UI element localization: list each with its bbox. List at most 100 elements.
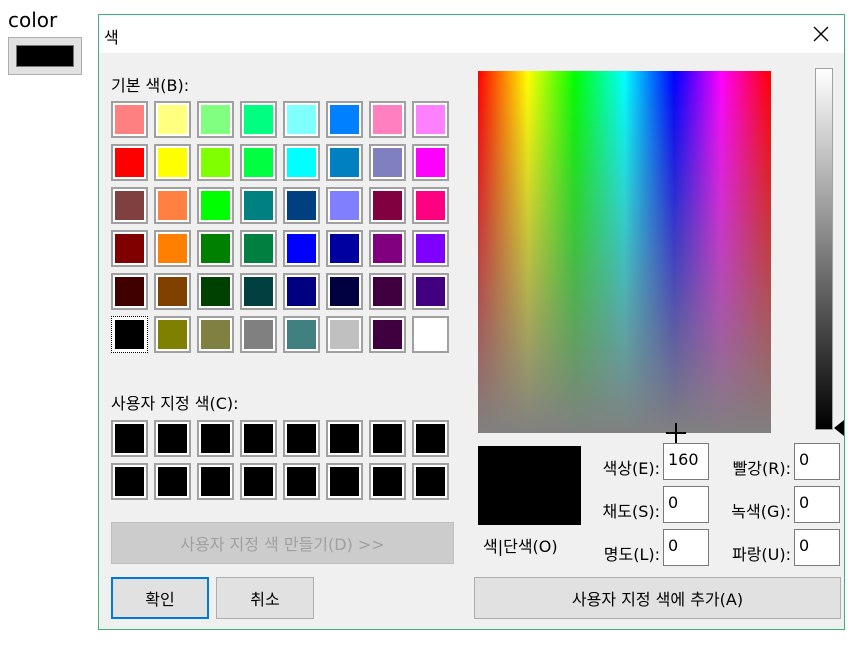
custom-color-swatch[interactable]: [240, 463, 277, 500]
basic-color-swatch[interactable]: [369, 230, 406, 267]
luminosity-arrow-icon[interactable]: [834, 420, 844, 436]
custom-color-swatch[interactable]: [197, 420, 234, 457]
custom-color-swatch[interactable]: [197, 463, 234, 500]
blue-field[interactable]: 0: [794, 529, 840, 566]
custom-color-swatch[interactable]: [283, 420, 320, 457]
basic-color-swatch-fill: [115, 191, 144, 220]
basic-color-swatch[interactable]: [369, 273, 406, 310]
basic-color-swatch[interactable]: [154, 101, 191, 138]
basic-color-swatch[interactable]: [111, 101, 148, 138]
close-icon: [813, 26, 829, 42]
hue-field[interactable]: 160: [663, 443, 709, 480]
custom-color-swatch[interactable]: [369, 463, 406, 500]
basic-color-swatch[interactable]: [369, 316, 406, 353]
basic-color-swatch[interactable]: [326, 144, 363, 181]
saturation-field[interactable]: 0: [663, 486, 709, 523]
basic-color-swatch[interactable]: [283, 316, 320, 353]
custom-color-swatch-fill: [244, 467, 273, 496]
green-field[interactable]: 0: [794, 486, 840, 523]
red-label: 빨강(R):: [732, 459, 791, 478]
basic-color-swatch[interactable]: [154, 187, 191, 224]
close-button[interactable]: [798, 15, 844, 53]
custom-color-swatch[interactable]: [412, 463, 449, 500]
basic-color-swatch[interactable]: [240, 187, 277, 224]
color-spectrum[interactable]: [478, 71, 771, 433]
color-picker-input[interactable]: [8, 37, 82, 75]
basic-color-swatch[interactable]: [283, 273, 320, 310]
basic-color-swatch[interactable]: [154, 230, 191, 267]
basic-color-swatch[interactable]: [111, 144, 148, 181]
basic-color-swatch[interactable]: [197, 230, 234, 267]
green-label: 녹색(G):: [731, 502, 791, 521]
custom-color-swatch-fill: [416, 424, 445, 453]
luminosity-field[interactable]: 0: [663, 529, 709, 566]
custom-colors-label: 사용자 지정 색(C):: [111, 394, 239, 413]
red-field[interactable]: 0: [794, 443, 840, 480]
custom-color-swatch[interactable]: [369, 420, 406, 457]
custom-color-swatch[interactable]: [326, 420, 363, 457]
cancel-button[interactable]: 취소: [216, 577, 314, 619]
add-to-custom-colors-button[interactable]: 사용자 지정 색에 추가(A): [474, 577, 841, 619]
basic-color-swatch[interactable]: [412, 273, 449, 310]
custom-color-swatch[interactable]: [283, 463, 320, 500]
basic-color-swatch[interactable]: [197, 273, 234, 310]
custom-color-swatch-fill: [201, 424, 230, 453]
custom-color-swatch-fill: [373, 467, 402, 496]
custom-color-swatch[interactable]: [111, 420, 148, 457]
basic-color-swatch[interactable]: [197, 316, 234, 353]
basic-color-swatch-fill: [287, 148, 316, 177]
basic-color-swatch-fill: [201, 277, 230, 306]
basic-color-swatch[interactable]: [283, 230, 320, 267]
custom-color-swatch[interactable]: [412, 420, 449, 457]
basic-color-swatch[interactable]: [369, 101, 406, 138]
custom-color-swatch[interactable]: [154, 420, 191, 457]
basic-color-swatch[interactable]: [197, 101, 234, 138]
basic-color-swatch[interactable]: [412, 187, 449, 224]
basic-color-swatch[interactable]: [412, 101, 449, 138]
custom-color-swatch[interactable]: [240, 420, 277, 457]
basic-color-swatch[interactable]: [326, 230, 363, 267]
basic-color-swatch[interactable]: [154, 144, 191, 181]
basic-color-swatch[interactable]: [326, 316, 363, 353]
basic-color-swatch[interactable]: [111, 316, 148, 353]
basic-color-swatch[interactable]: [412, 144, 449, 181]
basic-color-swatch[interactable]: [369, 144, 406, 181]
define-custom-colors-button[interactable]: 사용자 지정 색 만들기(D) >>: [111, 522, 454, 564]
basic-color-swatch[interactable]: [326, 187, 363, 224]
basic-color-swatch[interactable]: [326, 101, 363, 138]
custom-color-swatch[interactable]: [154, 463, 191, 500]
basic-color-swatch-fill: [115, 148, 144, 177]
basic-color-swatch[interactable]: [240, 273, 277, 310]
basic-color-swatch-fill: [373, 320, 402, 349]
basic-colors-grid: [111, 101, 449, 353]
basic-color-swatch[interactable]: [154, 316, 191, 353]
basic-color-swatch[interactable]: [283, 144, 320, 181]
basic-color-swatch[interactable]: [240, 144, 277, 181]
basic-color-swatch[interactable]: [111, 273, 148, 310]
basic-color-swatch[interactable]: [111, 230, 148, 267]
custom-color-swatch[interactable]: [111, 463, 148, 500]
basic-color-swatch[interactable]: [111, 187, 148, 224]
saturation-label: 채도(S):: [602, 502, 660, 521]
basic-color-swatch[interactable]: [326, 273, 363, 310]
basic-color-swatch[interactable]: [283, 187, 320, 224]
basic-color-swatch[interactable]: [197, 144, 234, 181]
basic-color-swatch[interactable]: [240, 316, 277, 353]
basic-color-swatch-fill: [373, 234, 402, 263]
basic-color-swatch[interactable]: [154, 273, 191, 310]
basic-color-swatch[interactable]: [240, 101, 277, 138]
crosshair-icon: [666, 423, 686, 443]
basic-color-swatch[interactable]: [283, 101, 320, 138]
basic-color-swatch[interactable]: [369, 187, 406, 224]
preview-label[interactable]: 색|단색(O): [483, 533, 558, 557]
custom-color-swatch[interactable]: [326, 463, 363, 500]
ok-button[interactable]: 확인: [111, 577, 209, 619]
basic-color-swatch[interactable]: [197, 187, 234, 224]
basic-color-swatch[interactable]: [412, 316, 449, 353]
basic-color-swatch[interactable]: [240, 230, 277, 267]
custom-color-swatch-fill: [287, 424, 316, 453]
custom-color-swatch-fill: [201, 467, 230, 496]
basic-color-swatch-fill: [416, 320, 445, 349]
basic-color-swatch[interactable]: [412, 230, 449, 267]
luminosity-slider[interactable]: [815, 68, 833, 430]
